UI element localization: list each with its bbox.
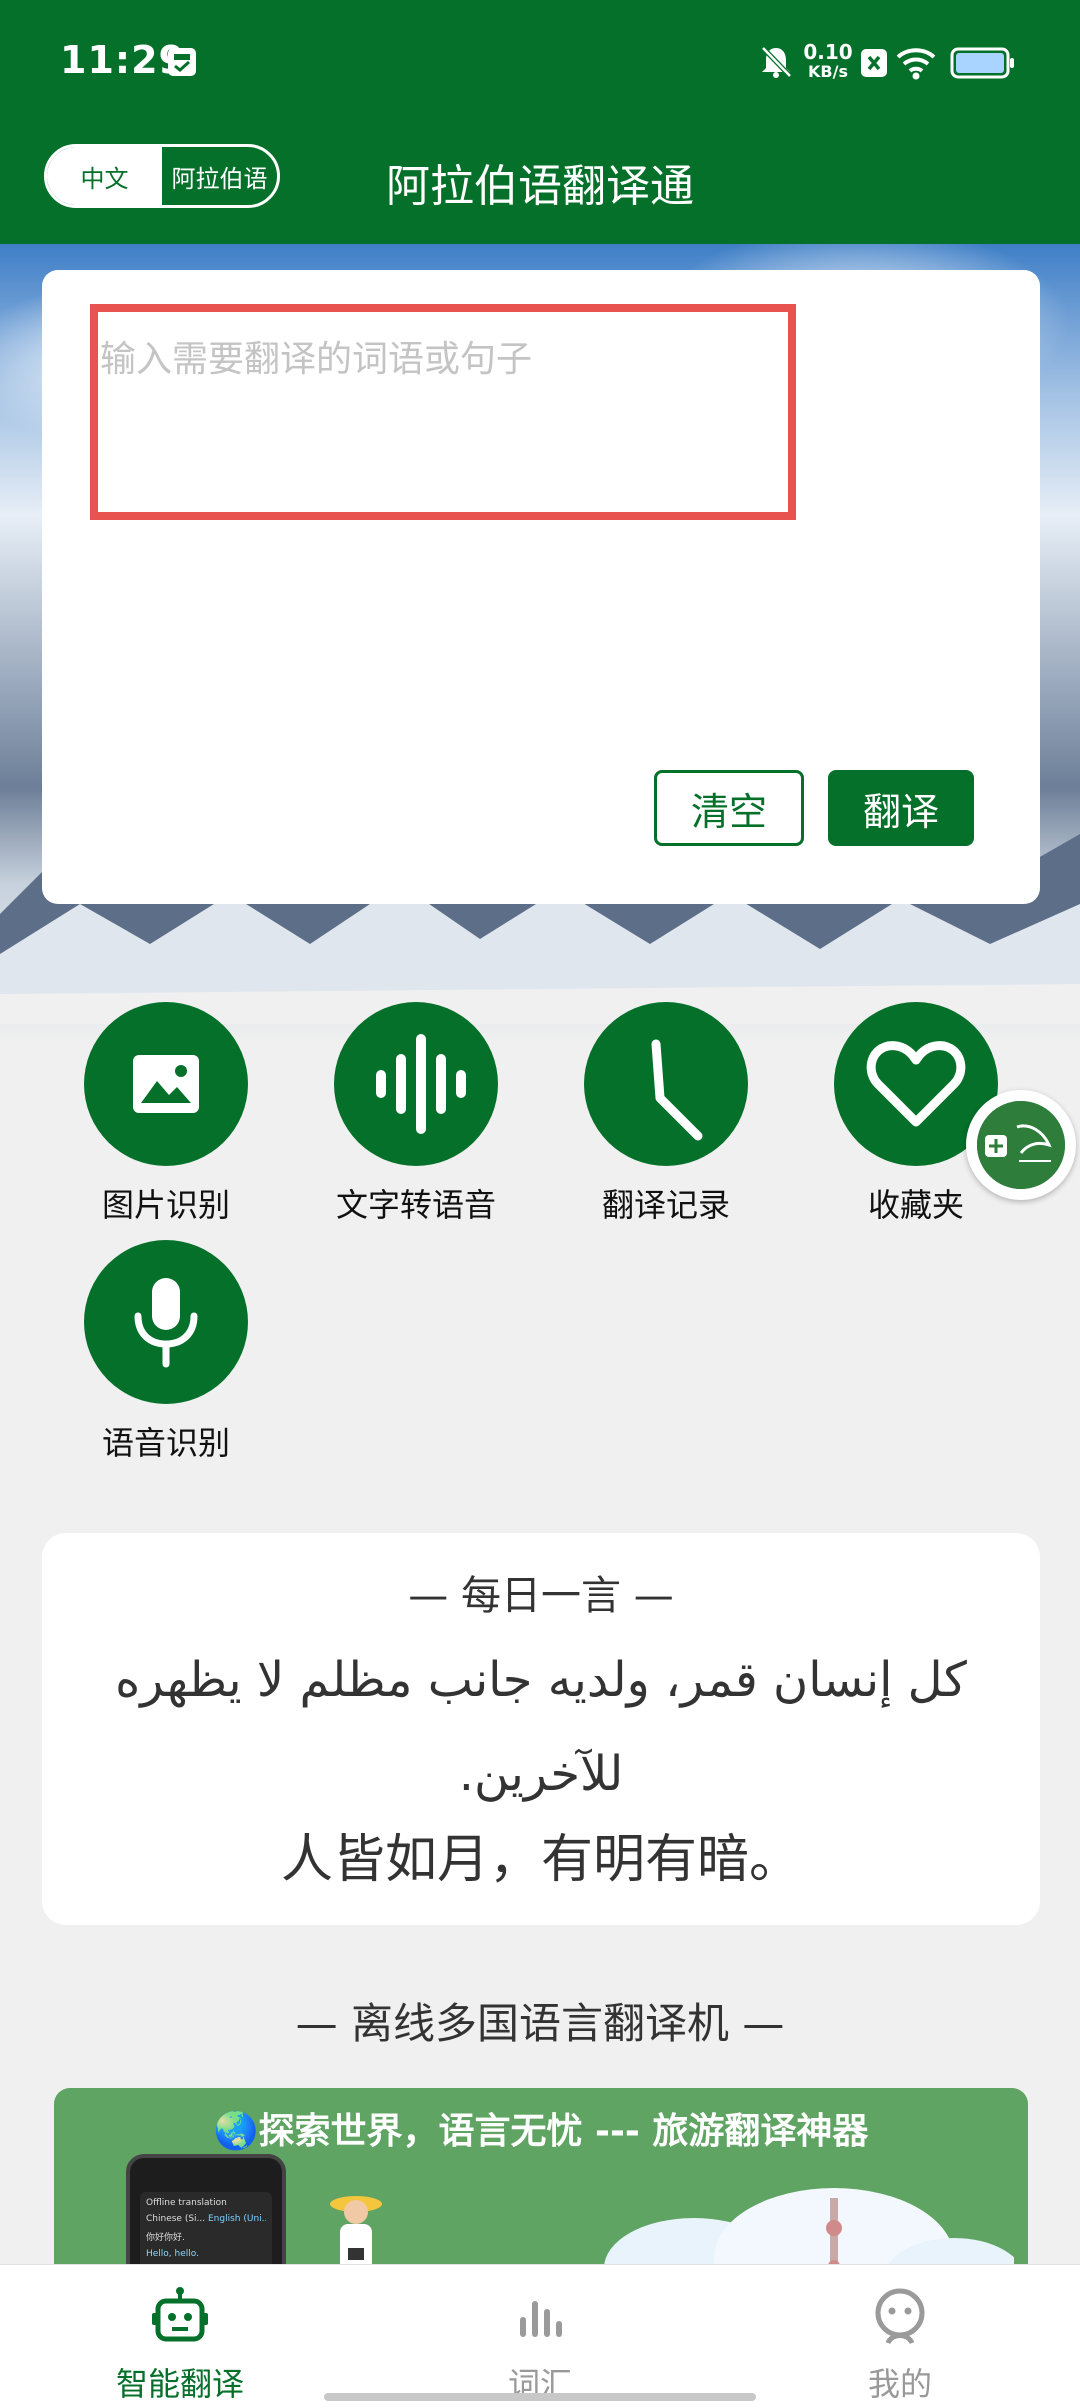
app-title: 阿拉伯语翻译通 xyxy=(386,161,694,212)
app-bar: 中文 阿拉伯语 阿拉伯语翻译通 xyxy=(0,128,1080,244)
mute-bell-icon xyxy=(758,44,794,80)
feature-circle[interactable] xyxy=(584,1002,748,1166)
daily-quote-chinese: 人皆如月，有明有暗。 xyxy=(280,1830,801,1890)
feature-speech-recognition[interactable]: 语音识别 xyxy=(56,1240,276,1464)
feature-label: 文字转语音 xyxy=(335,1186,496,1224)
person-icon xyxy=(870,2287,930,2347)
daily-quote-card: — 每日一言 — كل إنسان قمر، ولديه جانب مظلم ل… xyxy=(42,1533,1040,1925)
network-speed: 0.10 KB/s xyxy=(800,42,856,82)
nav-label: 我的 xyxy=(867,2365,932,2403)
device-title: Offline translation xyxy=(146,2198,227,2208)
offline-translator-section-title: — 离线多国语言翻译机 — xyxy=(295,1999,785,2048)
calendar-notification-icon xyxy=(166,44,198,78)
device-lang-to: English (Uni... xyxy=(208,2214,266,2224)
home-indicator[interactable] xyxy=(324,2393,756,2401)
clock-icon xyxy=(651,1039,703,1141)
feature-image-recognition[interactable]: 图片识别 xyxy=(56,1002,276,1226)
robot-icon xyxy=(150,2287,210,2347)
banner-text: 🌏探索世界，语言无忧 --- 旅游翻译神器 xyxy=(213,2111,869,2152)
heart-icon xyxy=(866,1041,966,1127)
feature-text-to-speech[interactable]: 文字转语音 xyxy=(306,1002,526,1226)
battery-icon xyxy=(950,46,1016,80)
device-line-1: 你好你好. xyxy=(146,2233,185,2243)
nav-label: 智能翻译 xyxy=(115,2365,244,2403)
feature-circle[interactable] xyxy=(84,1240,248,1404)
device-languages: Chinese (Si... English (Uni... xyxy=(146,2214,266,2224)
feature-circle[interactable] xyxy=(334,1002,498,1166)
nav-item-profile[interactable]: 我的 xyxy=(720,2265,1080,2408)
status-bar: 11:29 0.10 KB/s xyxy=(0,0,1080,128)
nav-item-smart-translate[interactable]: 智能翻译 xyxy=(0,2265,360,2408)
clear-button[interactable]: 清空 xyxy=(654,770,804,846)
daily-quote-arabic: كل إنسان قمر، ولديه جانب مظلم لا يظهره ل… xyxy=(115,1652,967,1802)
device-lang-from: Chinese (Si... xyxy=(146,2214,206,2224)
feature-label: 翻译记录 xyxy=(601,1186,730,1224)
network-speed-unit: KB/s xyxy=(808,62,848,81)
soundwave-icon xyxy=(376,1034,466,1134)
daily-quote-title: — 每日一言 — xyxy=(408,1573,674,1619)
floating-app-badge[interactable] xyxy=(966,1090,1076,1200)
translate-button[interactable]: 翻译 xyxy=(828,770,974,846)
sim-disabled-icon xyxy=(860,48,888,78)
network-speed-value: 0.10 xyxy=(803,40,853,64)
feature-translation-history[interactable]: 翻译记录 xyxy=(556,1002,776,1226)
feature-label: 图片识别 xyxy=(101,1186,230,1224)
feature-label: 语音识别 xyxy=(101,1424,230,1462)
wifi-icon xyxy=(896,46,936,80)
image-icon xyxy=(133,1055,199,1113)
feature-circle[interactable] xyxy=(84,1002,248,1166)
arabic-logo-icon xyxy=(977,1101,1065,1189)
device-line-2: Hello, hello. xyxy=(146,2249,199,2259)
nav-item-vocabulary[interactable]: 词汇 xyxy=(360,2265,720,2408)
input-highlight-box xyxy=(90,304,796,520)
bottom-navigation: 智能翻译 词汇 我的 xyxy=(0,2264,1080,2408)
bar-chart-icon xyxy=(510,2287,570,2347)
microphone-icon xyxy=(134,1278,198,1368)
translation-input-card: 清空 翻译 xyxy=(42,270,1040,904)
